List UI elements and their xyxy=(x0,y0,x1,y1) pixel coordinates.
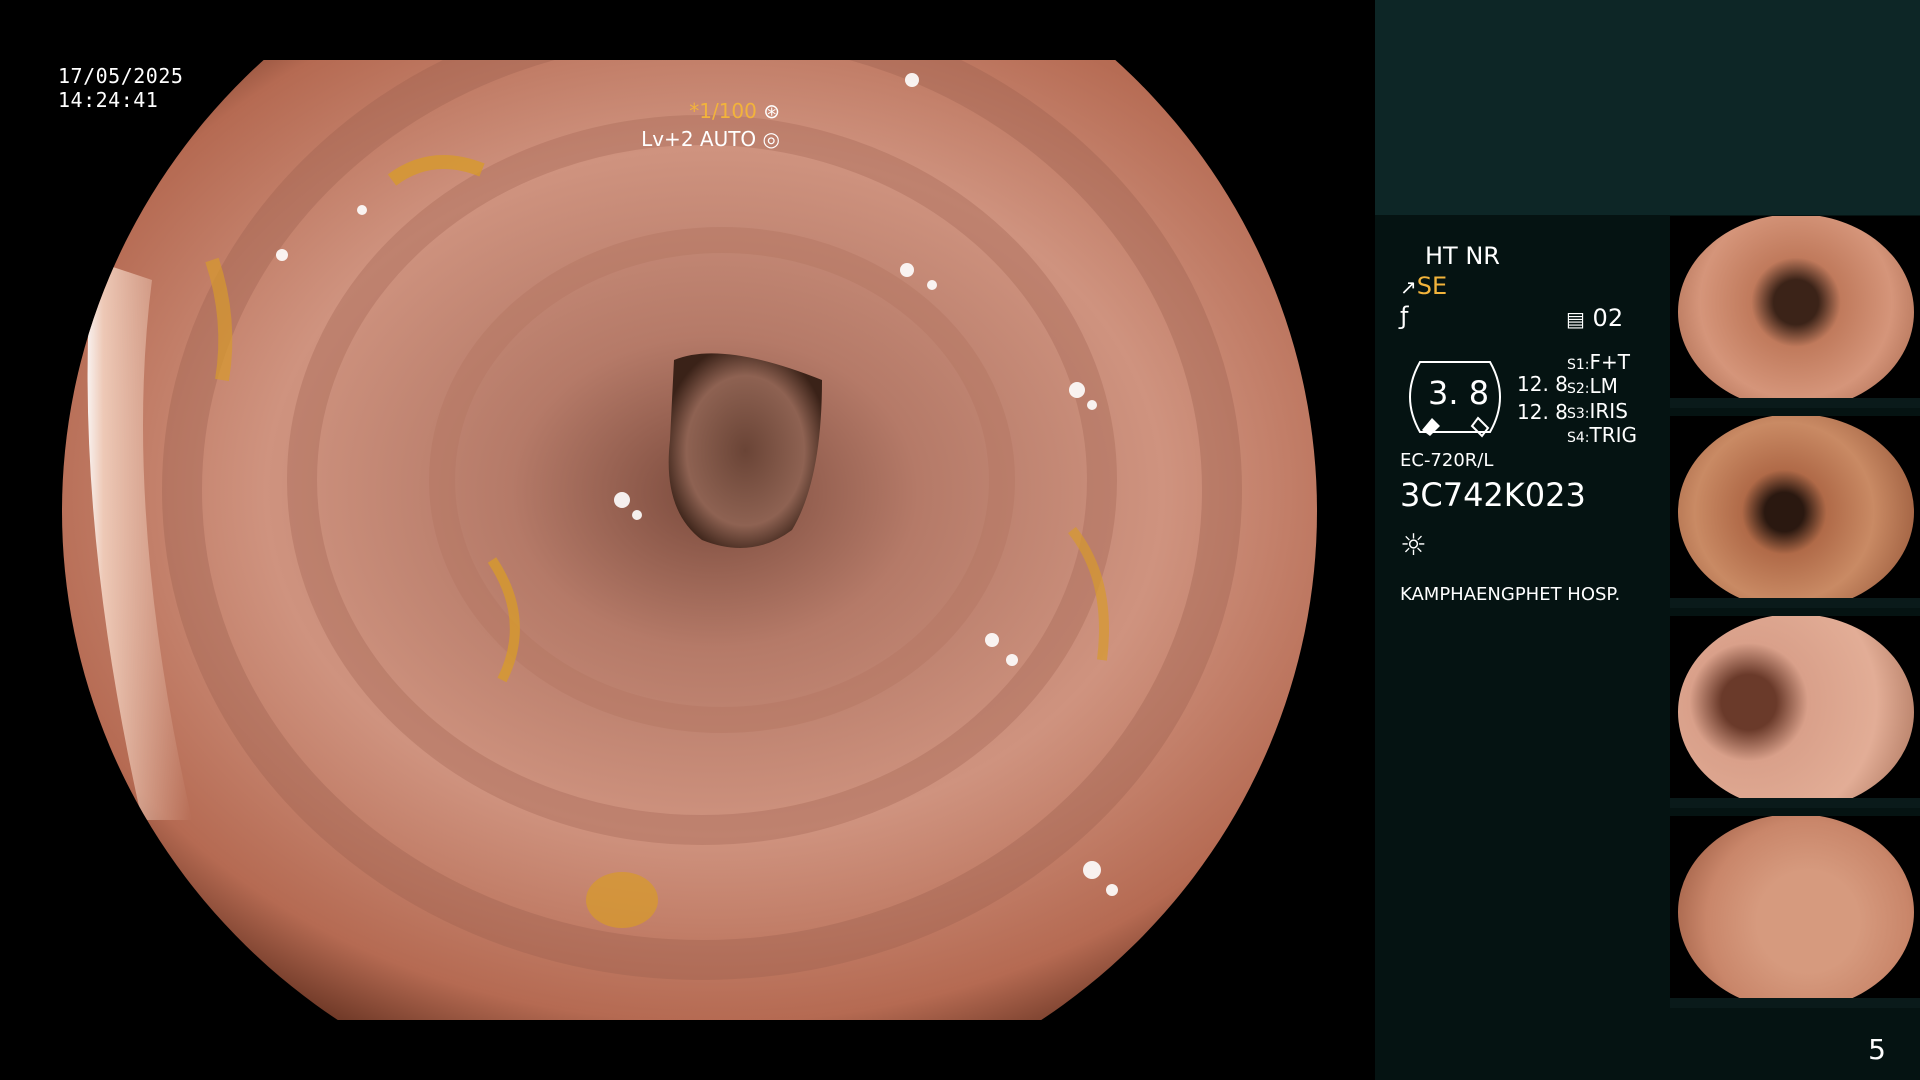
s4-label: S4: xyxy=(1567,430,1590,446)
shutter-readout: *1/100 ⊛ xyxy=(689,98,780,124)
thumbnail-1[interactable] xyxy=(1670,216,1920,408)
s1-label: S1: xyxy=(1567,357,1590,373)
thumbnail-caption-bar xyxy=(1670,998,1920,1008)
s1-value: F+T xyxy=(1589,350,1630,374)
ht-nr-label: HT NR xyxy=(1425,242,1500,270)
light-icon: ☼ xyxy=(1400,528,1427,563)
endoscope-view-area: 17/05/2025 14:24:41 *1/100 ⊛ Lv+2 AUTO ◎ xyxy=(0,0,1375,1080)
thumbnail-caption-bar xyxy=(1670,598,1920,608)
iris-icon: ◎ xyxy=(762,127,780,151)
thumbnail-image xyxy=(1678,416,1914,608)
gauge-value: 3. 8 xyxy=(1428,374,1490,412)
s2-label: S2: xyxy=(1567,381,1590,397)
level-label: Lv+2 AUTO xyxy=(641,127,757,151)
switch-s4: S4:TRIG xyxy=(1567,423,1637,447)
s2-value: LM xyxy=(1589,374,1618,398)
shutter-icon: ⊛ xyxy=(763,99,780,123)
hospital-name: KAMPHAENGPHET HOSP. xyxy=(1400,584,1621,605)
page-number: 5 xyxy=(1868,1033,1886,1066)
value-a: 12. 8 xyxy=(1517,372,1568,396)
value-b: 12. 8 xyxy=(1517,400,1568,424)
thumbnail-caption-bar xyxy=(1670,798,1920,808)
switch-s2: S2:LM xyxy=(1567,374,1618,398)
scope-se-icon: ↗ xyxy=(1400,275,1417,299)
memo-row: ▤ 02 xyxy=(1566,304,1623,332)
thumbnail-2[interactable] xyxy=(1670,416,1920,608)
se-row: ↗SE xyxy=(1400,272,1447,300)
scope-serial: 3C742K023 xyxy=(1400,476,1586,514)
shutter-speed: *1/100 xyxy=(689,99,757,123)
exam-time: 14:24:41 xyxy=(58,88,159,112)
scope-model: EC-720R/L xyxy=(1400,450,1494,471)
thumbnail-3[interactable] xyxy=(1670,616,1920,808)
memo-icon: ▤ xyxy=(1566,307,1585,331)
endoscope-image xyxy=(62,60,1317,1020)
s4-value: TRIG xyxy=(1589,423,1638,447)
thumbnail-4[interactable] xyxy=(1670,816,1920,1008)
thumbnail-image xyxy=(1678,816,1914,1008)
se-label: SE xyxy=(1416,272,1448,300)
exam-date: 17/05/2025 xyxy=(58,64,184,88)
switch-s3: S3:IRIS xyxy=(1567,399,1628,423)
thumbnail-image xyxy=(1678,616,1914,808)
switch-s1: S1:F+T xyxy=(1567,350,1630,374)
s3-label: S3: xyxy=(1567,406,1590,422)
level-readout: Lv+2 AUTO ◎ xyxy=(641,126,780,152)
info-panel-top xyxy=(1375,0,1920,215)
thumbnail-caption-bar xyxy=(1670,398,1920,408)
s3-value: IRIS xyxy=(1589,399,1628,423)
function-icon: ƒ xyxy=(1400,302,1409,330)
memo-count: 02 xyxy=(1592,304,1624,332)
thumbnail-image xyxy=(1678,216,1914,408)
